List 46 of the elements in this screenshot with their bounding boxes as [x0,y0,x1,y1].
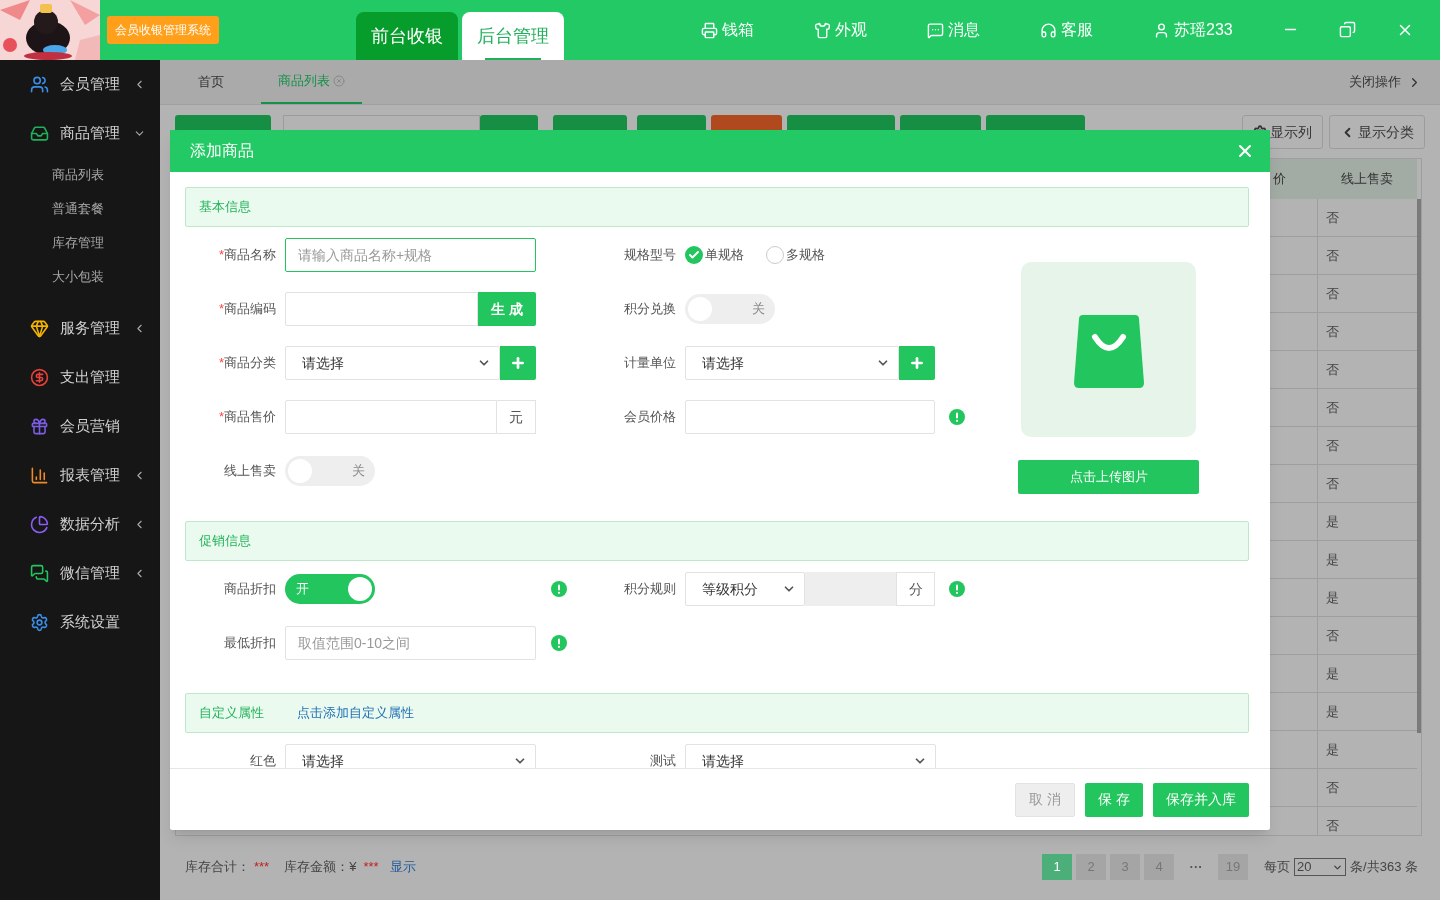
table-cell-text: 是 [1326,512,1339,531]
field-label: *商品名称 [218,247,276,263]
per-page-label: 每页 [1264,858,1291,877]
table-cell-text: 否 [1326,398,1339,417]
column-header: 线上售卖 [1317,159,1417,199]
stock-amount-value: *** [363,858,379,877]
field-label: 积分兑换 [624,301,676,317]
unit-suffix: 元 [497,400,536,434]
field-label: 计量单位 [624,355,676,371]
table-cell-text: 是 [1326,664,1339,683]
table-cell-text: 否 [1326,360,1339,379]
table-cell-text: 否 [1326,246,1339,265]
field-label: 会员价格 [624,409,676,425]
table-cell-text: 否 [1326,778,1339,797]
table-cell-text: 否 [1326,322,1339,341]
page-ellipsis: ··· [1188,858,1204,877]
table-cell-text: 是 [1326,702,1339,721]
field-label: 规格型号 [624,247,676,263]
field-label: *商品分类 [218,355,276,371]
field-label: 最低折扣 [224,635,276,651]
table-cell-text: 是 [1326,550,1339,569]
table-cell-text: 是 [1326,740,1339,759]
table-cell-text: 否 [1326,284,1339,303]
field-label: 积分规则 [624,581,676,597]
field-label: *商品编码 [218,301,276,317]
table-cell-text: 否 [1326,816,1339,835]
section-title: 基本信息 [199,198,251,217]
stock-total-value: *** [254,858,270,877]
table-cell-text: 否 [1326,474,1339,493]
section-title: 促销信息 [199,532,251,551]
field-label: 线上售卖 [224,463,276,479]
table-cell-text: 否 [1326,626,1339,645]
table-cell-text: 否 [1326,208,1339,227]
field-label: 商品折扣 [224,581,276,597]
stock-amount-label: 库存金额：¥ [284,858,357,877]
table-cell-text: 是 [1326,588,1339,607]
field-label: 红色 [250,753,276,768]
section-title: 自定义属性 [199,704,264,723]
field-label: *商品售价 [218,409,276,425]
dialog-title: 添加商品 [190,141,254,161]
field-label: 测试 [650,753,676,768]
table-cell-text: 否 [1326,436,1339,455]
app-badge: 会员收银管理系统 [107,16,219,44]
unit-suffix: 分 [896,572,935,606]
total-count: 条/共363 条 [1350,858,1418,877]
stock-total-label: 库存合计： [185,858,250,877]
